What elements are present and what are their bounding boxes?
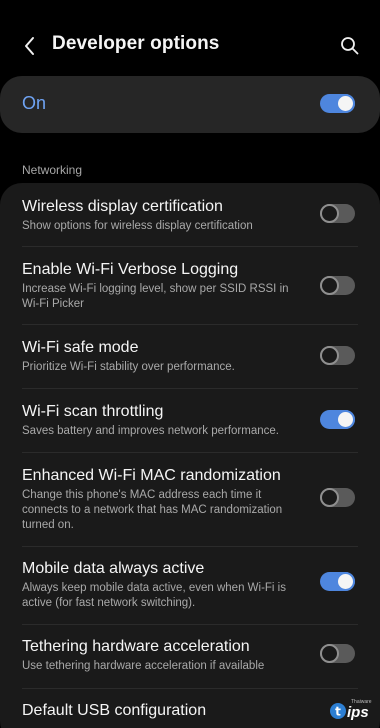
- back-button[interactable]: [14, 30, 46, 62]
- setting-subtitle: Change this phone's MAC address each tim…: [22, 489, 283, 531]
- setting-mobile-data-always-active[interactable]: Mobile data always active Always keep mo…: [0, 547, 380, 624]
- toggle-switch[interactable]: [320, 276, 355, 295]
- search-icon: [341, 37, 359, 55]
- search-button[interactable]: [334, 30, 366, 62]
- toggle-switch[interactable]: [320, 346, 355, 365]
- setting-title: Tethering hardware acceleration: [22, 638, 250, 655]
- setting-wifi-verbose-logging[interactable]: Enable Wi-Fi Verbose Logging Increase Wi…: [0, 247, 380, 324]
- setting-subtitle: Show options for wireless display certif…: [22, 220, 253, 232]
- switch-knob: [320, 488, 339, 507]
- svg-text:t: t: [335, 705, 341, 719]
- svg-text:ips: ips: [347, 704, 369, 721]
- settings-list: Wireless display certification Show opti…: [0, 183, 380, 728]
- setting-subtitle: Always keep mobile data active, even whe…: [22, 582, 286, 609]
- toggle-switch[interactable]: [320, 410, 355, 429]
- section-header-networking: Networking: [22, 163, 83, 177]
- toggle-switch[interactable]: [320, 204, 355, 223]
- setting-title: Mobile data always active: [22, 560, 205, 577]
- setting-enhanced-mac-randomization[interactable]: Enhanced Wi-Fi MAC randomization Change …: [0, 453, 380, 546]
- toggle-switch[interactable]: [320, 644, 355, 663]
- master-toggle-card[interactable]: On: [0, 76, 380, 133]
- setting-title: Default USB configuration: [22, 702, 207, 719]
- setting-default-usb-configuration[interactable]: Default USB configuration: [0, 689, 380, 728]
- switch-knob: [320, 644, 339, 663]
- svg-text:Thaiware: Thaiware: [351, 699, 372, 705]
- setting-title: Wireless display certification: [22, 198, 223, 215]
- master-toggle-switch[interactable]: [320, 94, 355, 113]
- switch-knob: [320, 276, 339, 295]
- setting-title: Wi-Fi safe mode: [22, 339, 139, 356]
- setting-subtitle: Saves battery and improves network perfo…: [22, 425, 279, 437]
- setting-subtitle: Prioritize Wi-Fi stability over performa…: [22, 361, 235, 373]
- switch-knob: [320, 346, 339, 365]
- setting-subtitle: Increase Wi-Fi logging level, show per S…: [22, 283, 289, 310]
- setting-title: Wi-Fi scan throttling: [22, 403, 164, 420]
- toggle-switch[interactable]: [320, 572, 355, 591]
- master-toggle-label: On: [22, 93, 47, 113]
- setting-wifi-safe-mode[interactable]: Wi-Fi safe mode Prioritize Wi-Fi stabili…: [0, 325, 380, 388]
- setting-wireless-display-certification[interactable]: Wireless display certification Show opti…: [0, 183, 380, 246]
- setting-title: Enhanced Wi-Fi MAC randomization: [22, 467, 281, 484]
- setting-wifi-scan-throttling[interactable]: Wi-Fi scan throttling Saves battery and …: [0, 389, 380, 452]
- switch-knob: [336, 572, 355, 591]
- setting-subtitle: Use tethering hardware acceleration if a…: [22, 660, 265, 672]
- setting-title: Enable Wi-Fi Verbose Logging: [22, 261, 239, 278]
- page-title: Developer options: [52, 33, 220, 54]
- back-arrow-icon: [25, 37, 34, 55]
- switch-knob: [336, 94, 355, 113]
- switch-knob: [336, 410, 355, 429]
- setting-tethering-hardware-acceleration[interactable]: Tethering hardware acceleration Use teth…: [0, 625, 380, 688]
- toggle-switch[interactable]: [320, 488, 355, 507]
- switch-knob: [320, 204, 339, 223]
- thaiware-tips-logo: t ips Thaiware: [328, 696, 376, 724]
